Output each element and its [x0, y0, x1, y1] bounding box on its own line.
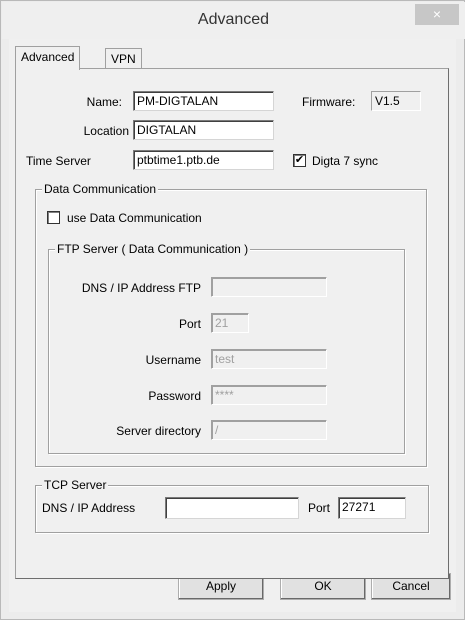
tcp-port-input[interactable]: 27271	[338, 497, 406, 519]
digta-sync-checkbox[interactable]: ✔	[293, 154, 306, 167]
title-bar: Advanced ×	[2, 2, 465, 39]
tab-vpn[interactable]: VPN	[105, 48, 142, 69]
ftp-server-title: FTP Server ( Data Communication )	[55, 242, 251, 256]
tab-advanced[interactable]: Advanced	[15, 46, 81, 70]
location-label: Location	[83, 124, 129, 138]
tcp-server-title: TCP Server	[42, 478, 109, 492]
ftp-password-input[interactable]: ****	[211, 385, 327, 405]
digta-sync-label: Digta 7 sync	[312, 154, 379, 168]
window-title: Advanced	[197, 11, 270, 28]
ftp-dns-label: DNS / IP Address FTP	[81, 281, 201, 295]
ftp-server-group: FTP Server ( Data Communication ) DNS / …	[48, 242, 405, 454]
advanced-tab-panel: Name: PM-DIGTALAN Firmware: V1.5 Locatio…	[15, 68, 449, 579]
firmware-label: Firmware:	[302, 95, 356, 109]
firmware-value: V1.5	[371, 91, 421, 111]
data-communication-group: Data Communication use Data Communicatio…	[35, 182, 427, 467]
close-button[interactable]: ×	[415, 4, 459, 25]
name-label: Name:	[86, 95, 122, 109]
data-communication-title: Data Communication	[42, 182, 159, 196]
checkmark-icon: ✔	[294, 154, 305, 166]
ftp-directory-input[interactable]: /	[211, 420, 327, 440]
ftp-password-label: Password	[148, 389, 201, 403]
ftp-username-label: Username	[145, 353, 201, 367]
location-input[interactable]: DIGTALAN	[133, 120, 274, 140]
use-data-communication-checkbox[interactable]	[47, 211, 60, 224]
ftp-port-label: Port	[178, 317, 201, 331]
time-server-input[interactable]: ptbtime1.ptb.de	[133, 150, 274, 170]
use-data-communication-label: use Data Communication	[67, 211, 202, 225]
ftp-directory-label: Server directory	[116, 424, 201, 438]
ftp-username-input[interactable]: test	[211, 349, 327, 369]
tcp-dns-input[interactable]	[165, 497, 299, 519]
tcp-dns-label: DNS / IP Address	[42, 501, 136, 515]
dialog-client-area: Advanced VPN Name: PM-DIGTALAN Firmware:…	[9, 39, 456, 612]
tab-advanced-label: Advanced	[21, 50, 75, 64]
name-input[interactable]: PM-DIGTALAN	[133, 91, 274, 111]
ftp-port-input[interactable]: 21	[211, 313, 249, 333]
time-server-label: Time Server	[26, 154, 91, 168]
close-icon: ×	[432, 6, 442, 22]
ftp-dns-input[interactable]	[211, 277, 327, 297]
tcp-server-group: TCP Server DNS / IP Address Port 27271	[35, 478, 429, 533]
dialog-window: Advanced × Advanced VPN Name: PM-DIGTALA…	[0, 0, 465, 620]
tab-vpn-label: VPN	[111, 52, 136, 66]
tcp-port-label: Port	[308, 501, 331, 515]
